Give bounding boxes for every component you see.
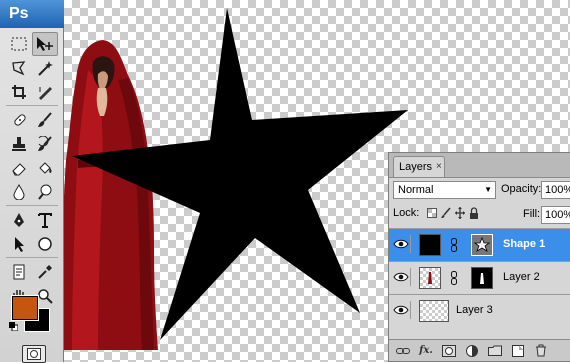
layer-name: Shape 1: [503, 238, 546, 250]
add-mask-icon[interactable]: [441, 343, 457, 359]
paint-bucket-icon[interactable]: [32, 156, 58, 180]
layers-panel: Layers × Normal ▼ Opacity: 100% Lock: Fi…: [388, 152, 570, 362]
layer-thumbnail: [419, 234, 441, 256]
eye-icon[interactable]: [392, 235, 411, 253]
layer-style-icon[interactable]: fx.: [418, 343, 434, 359]
crop-icon[interactable]: [6, 80, 32, 104]
layer-row-layer-2[interactable]: Layer 2: [389, 261, 570, 294]
layer-thumbnail: [419, 267, 441, 289]
trash-icon[interactable]: [533, 343, 549, 359]
magic-wand-icon[interactable]: [32, 56, 58, 80]
layer-row-layer-3[interactable]: Layer 3: [389, 294, 570, 327]
link-icon: [451, 238, 457, 252]
type-icon[interactable]: [32, 208, 58, 232]
quick-mask-icon: [27, 348, 41, 360]
lock-options: [427, 207, 479, 219]
slice-icon[interactable]: [32, 80, 58, 104]
marquee-icon[interactable]: [6, 32, 32, 56]
foreground-color-swatch[interactable]: [12, 296, 38, 320]
lock-all-icon[interactable]: [469, 207, 479, 219]
layer-mask-thumbnail: [471, 267, 493, 289]
lock-label: Lock:: [393, 207, 420, 219]
link-icon: [451, 271, 457, 285]
toolbox-panel: Ps: [0, 0, 64, 363]
link-layers-icon[interactable]: [395, 343, 411, 359]
close-icon[interactable]: ×: [436, 157, 442, 177]
layers-tab-label: Layers: [399, 161, 433, 173]
layer-row-shape-1[interactable]: Shape 1: [389, 228, 570, 261]
move-icon[interactable]: [32, 32, 58, 56]
notes-icon[interactable]: [6, 260, 32, 284]
lock-position-icon[interactable]: [455, 207, 465, 219]
vector-mask-thumbnail: [471, 234, 493, 256]
adjustment-layer-icon[interactable]: [464, 343, 480, 359]
layer-thumbnail: [419, 300, 449, 322]
blur-icon[interactable]: [6, 180, 32, 204]
default-colors-icon[interactable]: [9, 322, 18, 331]
chevron-down-icon: ▼: [484, 185, 492, 194]
new-layer-icon[interactable]: [510, 343, 526, 359]
brush-icon[interactable]: [32, 108, 58, 132]
eraser-icon[interactable]: [6, 156, 32, 180]
pen-icon[interactable]: [6, 208, 32, 232]
fill-label: Fill:: [523, 208, 541, 220]
lasso-icon[interactable]: [6, 56, 32, 80]
document-canvas[interactable]: Ps Layers × Normal ▼ Opacity: 100 Lock: …: [0, 0, 570, 363]
blend-mode-select[interactable]: Normal ▼: [393, 181, 496, 199]
eye-icon[interactable]: [392, 301, 411, 319]
lock-transparency-icon[interactable]: [427, 207, 437, 219]
path-selection-icon[interactable]: [6, 232, 32, 256]
layers-tab[interactable]: Layers ×: [393, 156, 445, 177]
new-group-icon[interactable]: [487, 343, 503, 359]
layers-tab-bar: Layers ×: [389, 153, 570, 178]
blend-mode-value: Normal: [398, 184, 434, 196]
star-shape[interactable]: [70, 8, 430, 348]
history-brush-icon[interactable]: [32, 132, 58, 156]
ellipse-shape-icon[interactable]: [32, 232, 58, 256]
fill-input[interactable]: 100%: [541, 206, 570, 224]
opacity-label: Opacity:: [501, 183, 542, 195]
layer-name: Layer 2: [503, 271, 540, 283]
photoshop-logo: Ps: [0, 0, 64, 28]
layers-footer: fx.: [389, 339, 570, 361]
healing-brush-icon[interactable]: [6, 108, 32, 132]
opacity-input[interactable]: 100%: [541, 181, 570, 199]
eye-icon[interactable]: [392, 268, 411, 286]
quick-mask-button[interactable]: [22, 345, 46, 363]
eyedropper-icon[interactable]: [32, 260, 58, 284]
clone-stamp-icon[interactable]: [6, 132, 32, 156]
layer-list: Shape 1 Layer 2 Layer 3: [389, 228, 570, 327]
lock-pixels-icon[interactable]: [441, 207, 451, 219]
dodge-icon[interactable]: [32, 180, 58, 204]
layer-name: Layer 3: [456, 304, 493, 316]
